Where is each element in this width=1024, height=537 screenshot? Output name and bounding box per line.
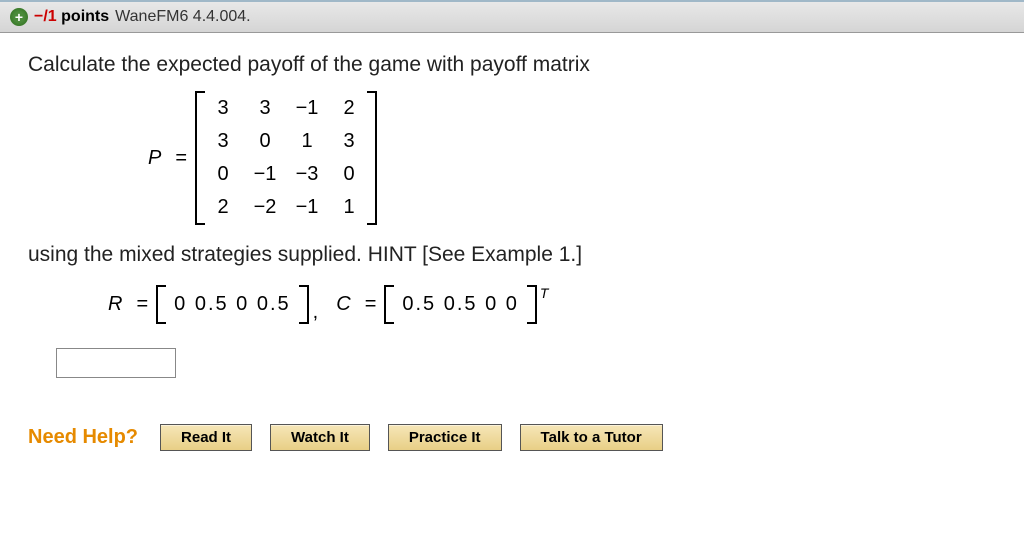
prompt-text: Calculate the expected payoff of the gam… <box>28 53 996 77</box>
cell: 1 <box>295 130 319 153</box>
cell: 0 <box>337 163 361 186</box>
question-header: + −/1 points WaneFM6 4.4.004. <box>0 0 1024 33</box>
C-vector: 0.5 0.5 0 0 <box>384 285 537 324</box>
R-values: 0 0.5 0 0.5 <box>166 285 299 324</box>
cell: 0 <box>253 130 277 153</box>
matrix-P-label: P <box>148 147 161 170</box>
R-label: R <box>108 293 122 316</box>
cell: 2 <box>211 196 235 219</box>
cell: 2 <box>337 97 361 120</box>
cell: 3 <box>211 97 235 120</box>
cell: 3 <box>253 97 277 120</box>
question-content: Calculate the expected payoff of the gam… <box>0 33 1024 424</box>
practice-it-button[interactable]: Practice It <box>388 424 502 451</box>
cell: 3 <box>337 130 361 153</box>
cell: −1 <box>295 97 319 120</box>
cell: −1 <box>295 196 319 219</box>
bracket-left-icon <box>384 285 394 324</box>
equals-sign: = <box>136 293 148 316</box>
R-vector: 0 0.5 0 0.5 <box>156 285 309 324</box>
equals-sign: = <box>365 293 377 316</box>
cell: −1 <box>253 163 277 186</box>
points-label: points <box>61 8 109 26</box>
expand-icon[interactable]: + <box>10 8 28 26</box>
bracket-left-icon <box>195 91 205 225</box>
C-label: C <box>336 293 350 316</box>
C-values: 0.5 0.5 0 0 <box>394 285 527 324</box>
need-help-label: Need Help? <box>28 426 138 449</box>
hint-text: using the mixed strategies supplied. HIN… <box>28 243 996 267</box>
bracket-right-icon <box>367 91 377 225</box>
answer-input[interactable] <box>56 348 176 378</box>
question-source: WaneFM6 4.4.004. <box>115 8 250 26</box>
talk-to-tutor-button[interactable]: Talk to a Tutor <box>520 424 663 451</box>
cell: 3 <box>211 130 235 153</box>
watch-it-button[interactable]: Watch It <box>270 424 370 451</box>
transpose-superscript: T <box>540 285 549 301</box>
cell: 0 <box>211 163 235 186</box>
rc-strategies: R = 0 0.5 0 0.5 , C = 0.5 0.5 0 0 T <box>108 285 996 324</box>
points-value: −/1 <box>34 8 57 26</box>
cell: −3 <box>295 163 319 186</box>
help-row: Need Help? Read It Watch It Practice It … <box>0 424 1024 471</box>
bracket-right-icon <box>299 285 309 324</box>
equals-sign: = <box>175 147 187 170</box>
matrix-P-grid: 3 3 −1 2 3 0 1 3 0 −1 −3 0 2 −2 −1 1 <box>205 91 367 225</box>
separator-comma: , <box>313 301 319 324</box>
bracket-right-icon <box>527 285 537 324</box>
matrix-P: P = 3 3 −1 2 3 0 1 3 0 −1 −3 0 2 −2 −1 1 <box>148 91 996 225</box>
cell: 1 <box>337 196 361 219</box>
read-it-button[interactable]: Read It <box>160 424 252 451</box>
cell: −2 <box>253 196 277 219</box>
bracket-left-icon <box>156 285 166 324</box>
